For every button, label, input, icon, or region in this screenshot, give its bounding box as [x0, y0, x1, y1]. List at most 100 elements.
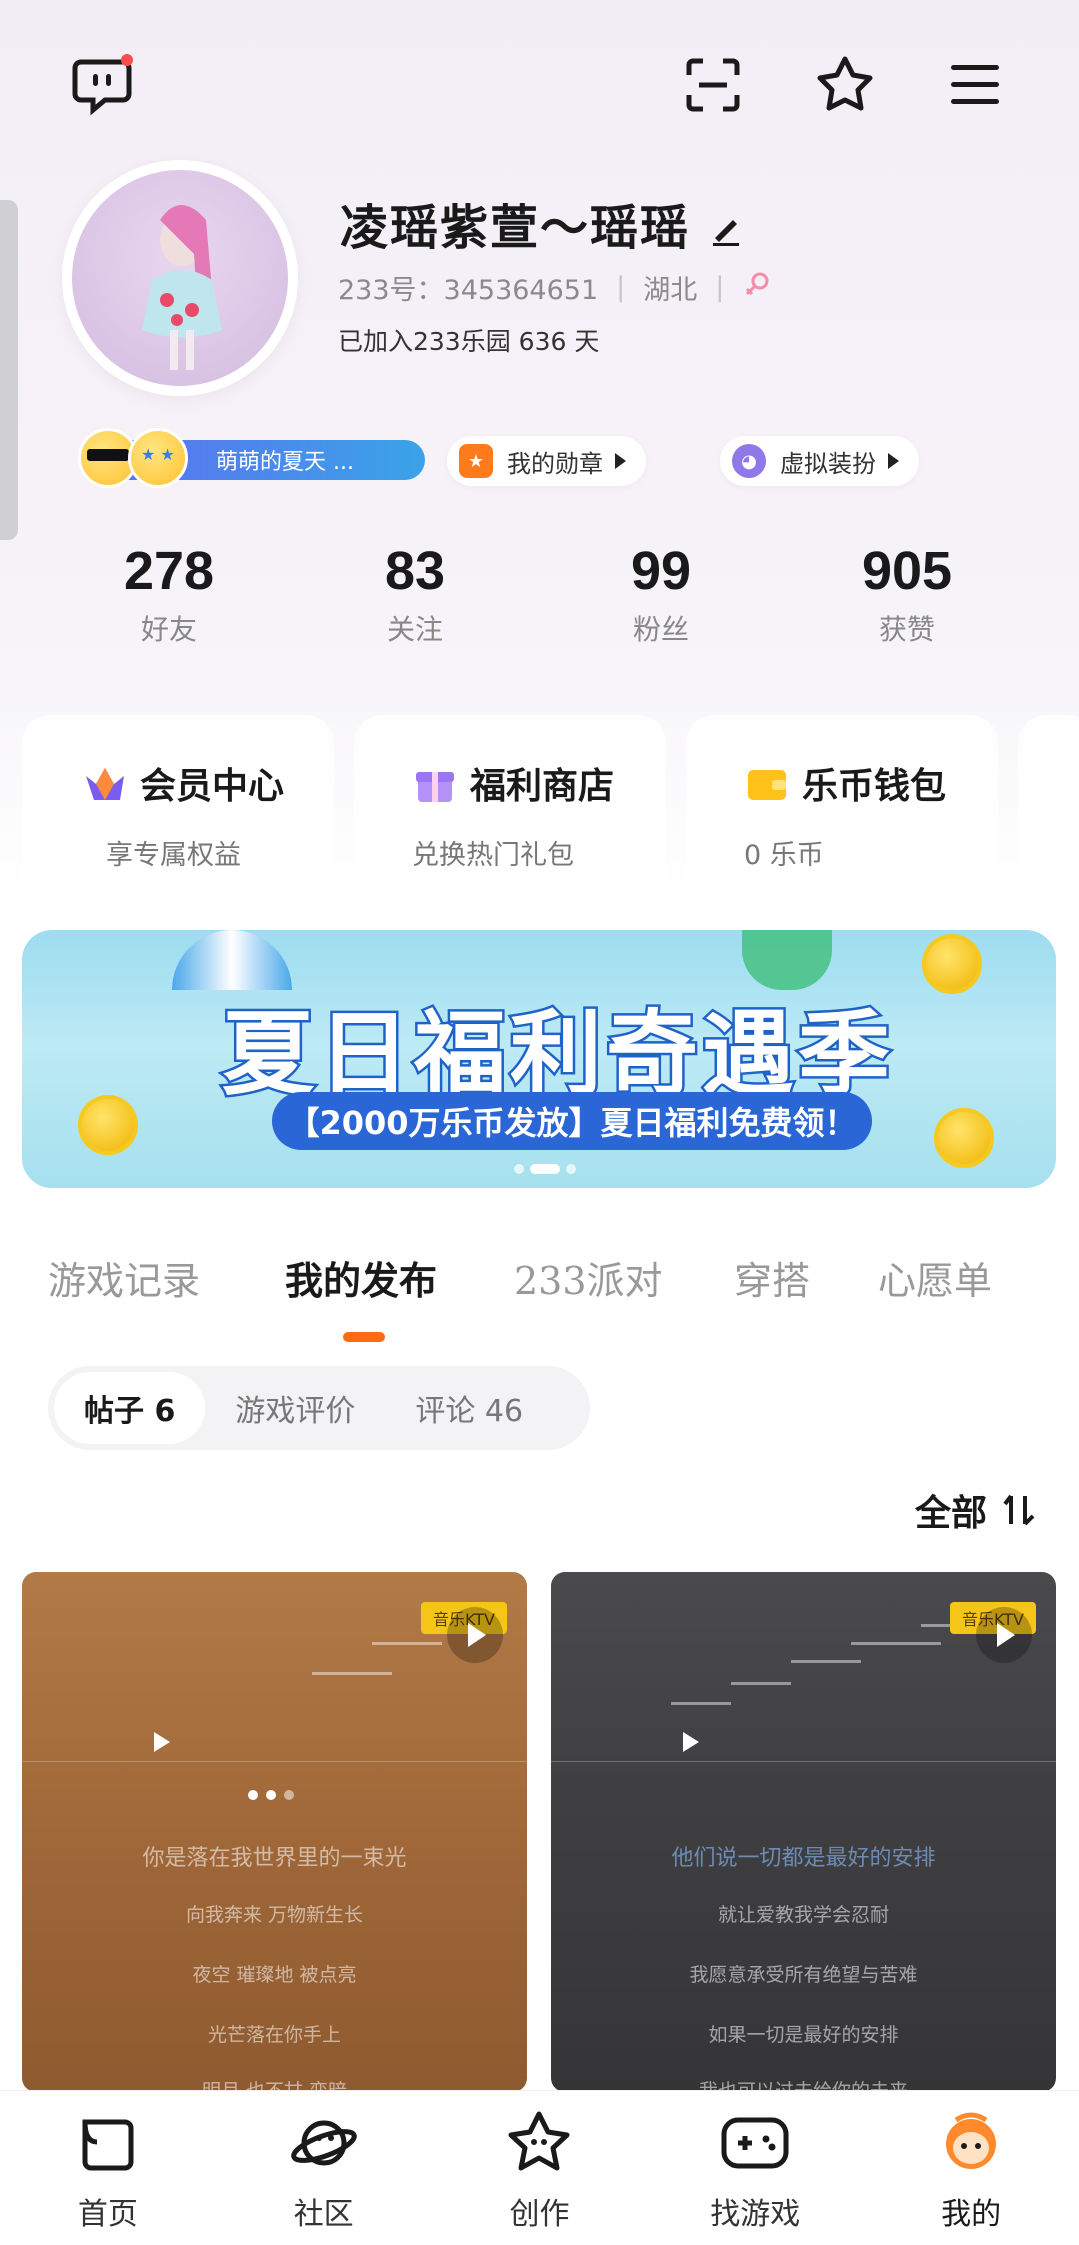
joined-days: 已加入233乐园 636 天	[338, 327, 600, 356]
coin-icon	[78, 1095, 138, 1155]
page-dot	[266, 1790, 276, 1800]
lyric-line: 光芒落在你手上	[207, 2024, 341, 2046]
card-subtitle: 兑换热门礼包	[412, 840, 574, 871]
post-card[interactable]: 音乐KTV 他们说一切都是最好的安排 就让爱教我学会忍耐 我愿意承受所有绝望与苦…	[551, 1572, 1056, 2092]
scan-icon[interactable]	[678, 50, 748, 120]
page-dot	[248, 1790, 258, 1800]
crown-icon	[86, 768, 124, 800]
star-icon[interactable]	[810, 50, 880, 120]
nav-find-games[interactable]: 找游戏	[647, 2091, 863, 2245]
planet-icon	[284, 2103, 364, 2183]
my-medals-button[interactable]: ★ 我的勋章	[447, 436, 646, 486]
avatar[interactable]	[62, 160, 298, 396]
nav-create[interactable]: 创作	[432, 2091, 648, 2245]
stat-following[interactable]: 83 关注	[292, 540, 538, 648]
star-eyes-emoji-icon: ★ ★	[128, 428, 188, 488]
medal-icon: ★	[459, 444, 493, 478]
nav-label: 创作	[509, 2197, 570, 2232]
tab-game-records[interactable]: 游戏记录	[48, 1250, 200, 1305]
card-subtitle: 0 乐币	[744, 840, 824, 871]
carousel-dot	[514, 1164, 524, 1174]
post-preview	[22, 1572, 527, 1762]
lyric-line: 如果一切是最好的安排	[708, 2024, 899, 2046]
melody-line	[791, 1660, 861, 1663]
stat-friends[interactable]: 278 好友	[46, 540, 292, 648]
sort-icon	[1003, 1494, 1035, 1526]
lyric-line: 他们说一切都是最好的安排	[671, 1846, 936, 1871]
stat-number: 99	[630, 541, 692, 601]
subtab-game-reviews[interactable]: 游戏评价	[205, 1372, 385, 1444]
carousel-dot-active	[530, 1164, 560, 1174]
subtab-comments[interactable]: 评论 46	[385, 1372, 553, 1444]
card-subtitle: 享专属权益	[106, 840, 241, 871]
user-id[interactable]: 233号：345364651	[338, 268, 598, 307]
menu-icon[interactable]	[940, 50, 1010, 120]
play-button[interactable]	[976, 1607, 1032, 1663]
location: 湖北	[643, 275, 698, 306]
virtual-dressup-button[interactable]: ◕ 虚拟装扮	[720, 436, 919, 486]
medal-label: 我的勋章	[507, 449, 603, 478]
promo-banner[interactable]: 夏日福利奇遇季 【2000万乐币发放】夏日福利免费领！	[22, 930, 1056, 1188]
nav-label: 找游戏	[710, 2197, 801, 2232]
bottom-nav: 首页 社区 创作 找游戏 我的	[0, 2090, 1079, 2245]
divider: |	[715, 272, 725, 303]
stats-row: 278 好友 83 关注 99 粉丝 905 获赞	[0, 540, 1079, 648]
chat-icon[interactable]	[67, 50, 137, 120]
card-title: 乐币钱包	[802, 765, 947, 807]
stat-number: 905	[861, 541, 953, 601]
more-card[interactable]	[1018, 715, 1079, 905]
username: 凌瑶紫萱～瑶瑶	[340, 188, 743, 260]
post-card[interactable]: 音乐KTV 你是落在我世界里的一束光 向我奔来 万物新生长 夜空 璀璨地 被点亮…	[22, 1572, 527, 2092]
gender-icon	[742, 269, 772, 306]
stat-label: 关注	[386, 613, 443, 646]
stat-likes[interactable]: 905 获赞	[784, 540, 1030, 648]
divider: |	[616, 272, 626, 303]
arrow-right-icon	[615, 453, 626, 469]
avatar-image	[72, 170, 288, 386]
edit-icon[interactable]	[709, 204, 743, 260]
sort-dropdown[interactable]: 全部	[915, 1484, 1039, 1536]
stat-number: 83	[384, 541, 446, 601]
stat-label: 粉丝	[632, 613, 689, 646]
play-button[interactable]	[447, 1607, 503, 1663]
page-dots	[248, 1790, 294, 1800]
tab-233-party[interactable]: 233派对	[514, 1250, 663, 1305]
create-star-icon	[499, 2103, 579, 2183]
stat-number: 278	[123, 541, 215, 601]
nav-home[interactable]: 首页	[0, 2091, 216, 2245]
melody-line	[731, 1682, 791, 1685]
side-drawer-handle[interactable]	[0, 200, 18, 540]
username-text: 凌瑶紫萱～瑶瑶	[340, 200, 691, 256]
carousel-dot	[566, 1164, 576, 1174]
banner-subtitle: 【2000万乐币发放】夏日福利免费领！	[272, 1092, 872, 1150]
dressup-icon: ◕	[732, 444, 766, 478]
me-face-icon	[931, 2103, 1011, 2183]
lyric-line: 向我奔来 万物新生长	[185, 1904, 364, 1926]
melody-line	[372, 1642, 442, 1645]
post-preview	[551, 1572, 1056, 1762]
nav-community[interactable]: 社区	[216, 2091, 432, 2245]
content-panel: 游戏记录 我的发布 233派对 穿搭 心愿单 帖子 6 游戏评价 评论 46 全…	[0, 1214, 1079, 2094]
play-icon	[154, 1732, 170, 1752]
nav-me[interactable]: 我的	[863, 2091, 1079, 2245]
function-cards: 会员中心 享专属权益 福利商店 兑换热门礼包 乐币钱包 0 乐币	[22, 715, 1079, 905]
page-dot	[284, 1790, 294, 1800]
tab-my-posts[interactable]: 我的发布	[285, 1250, 437, 1305]
tab-indicator	[343, 1332, 385, 1342]
card-title: 会员中心	[140, 765, 285, 807]
stat-fans[interactable]: 99 粉丝	[538, 540, 784, 648]
play-icon	[683, 1732, 699, 1752]
coin-wallet-card[interactable]: 乐币钱包 0 乐币	[686, 715, 998, 905]
welfare-shop-card[interactable]: 福利商店 兑换热门礼包	[354, 715, 666, 905]
stat-label: 好友	[140, 613, 197, 646]
tab-outfits[interactable]: 穿搭	[734, 1250, 810, 1305]
stat-label: 获赞	[878, 613, 935, 646]
vip-center-card[interactable]: 会员中心 享专属权益	[22, 715, 334, 905]
gamepad-icon	[715, 2103, 795, 2183]
nav-label: 我的	[941, 2197, 1002, 2232]
post-type-switch: 帖子 6 游戏评价 评论 46	[48, 1366, 590, 1450]
profile-tabs: 游戏记录 我的发布 233派对 穿搭 心愿单	[0, 1250, 1079, 1310]
subtab-posts[interactable]: 帖子 6	[54, 1372, 206, 1444]
lyric-line: 我愿意承受所有绝望与苦难	[689, 1964, 918, 1986]
tab-wishlist[interactable]: 心愿单	[878, 1250, 992, 1305]
